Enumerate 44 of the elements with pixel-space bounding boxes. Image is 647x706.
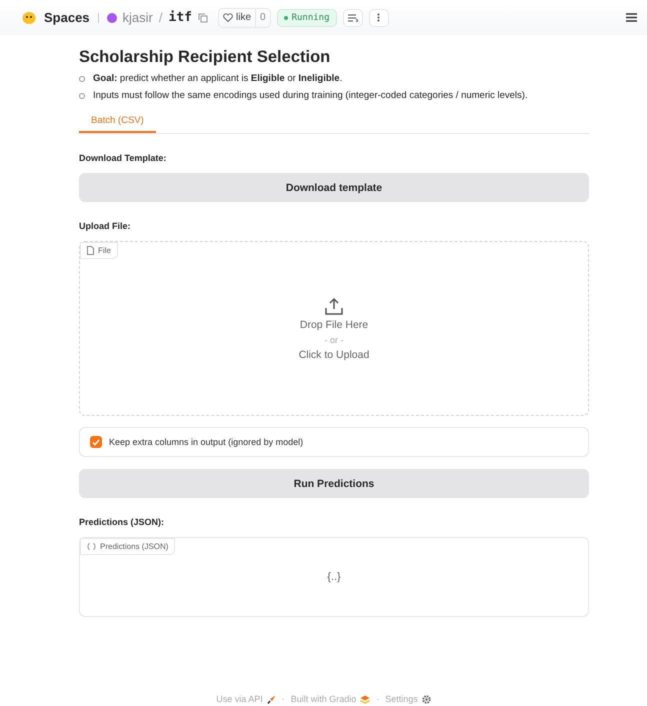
brand-name[interactable]: Spaces [44, 10, 90, 25]
status-badge: Running [276, 8, 337, 26]
avatar-icon [106, 12, 117, 22]
section-label: Upload File: [79, 221, 132, 231]
bullet-icon [79, 76, 85, 82]
like-button[interactable]: like [219, 8, 256, 26]
separator-dot: · [376, 694, 380, 704]
checkbox[interactable] [90, 436, 102, 448]
repo-link[interactable]: itf [168, 10, 192, 25]
checkbox-label: Keep extra columns in output (ignored by model) [109, 437, 304, 447]
more-button[interactable] [368, 8, 389, 26]
like-count: 0 [255, 8, 270, 26]
upload-text: Click to Upload [298, 348, 370, 360]
check-icon [92, 438, 100, 446]
owner-link[interactable]: kjasir [122, 10, 153, 25]
file-label-text: File [98, 246, 111, 255]
download-button[interactable]: Download template [79, 173, 589, 202]
drop-text: Drop File Here [300, 318, 368, 330]
section-label: Predictions (JSON): [79, 517, 166, 527]
upload-icon [325, 296, 343, 314]
more-icon [377, 13, 380, 22]
empty-json-text: {..} [327, 571, 341, 583]
run-button[interactable]: Run Predictions [79, 469, 589, 498]
or-text: - or - [324, 334, 344, 344]
menu-icon[interactable] [626, 13, 637, 22]
page-title: Scholarship Recipient Selection [79, 48, 332, 67]
gear-icon [422, 694, 431, 704]
logs-button[interactable] [342, 8, 363, 26]
path-separator: / [158, 10, 163, 25]
bullet-text: Goal: predict whether an applicant is Eligible or Ineligible. [93, 73, 342, 84]
section-label: Download Template: [79, 153, 168, 163]
braces-icon [87, 543, 96, 550]
list-icon [348, 14, 358, 22]
file-icon [87, 246, 94, 255]
mascot-icon [22, 11, 36, 24]
bullet-text: Inputs must follow the same encodings used during training (integer-coded categories / numeric levels). [93, 90, 528, 101]
copy-icon[interactable] [198, 12, 208, 22]
separator-dot: · [282, 694, 285, 704]
rocket-icon [266, 694, 276, 704]
file-dropzone[interactable]: File Drop File Here - or - Click to Upload [79, 241, 589, 416]
output-label-text: Predictions (JSON) [100, 542, 168, 551]
bullet-icon [79, 92, 85, 98]
heart-icon [223, 13, 233, 22]
gradio-logo-icon [360, 694, 370, 704]
